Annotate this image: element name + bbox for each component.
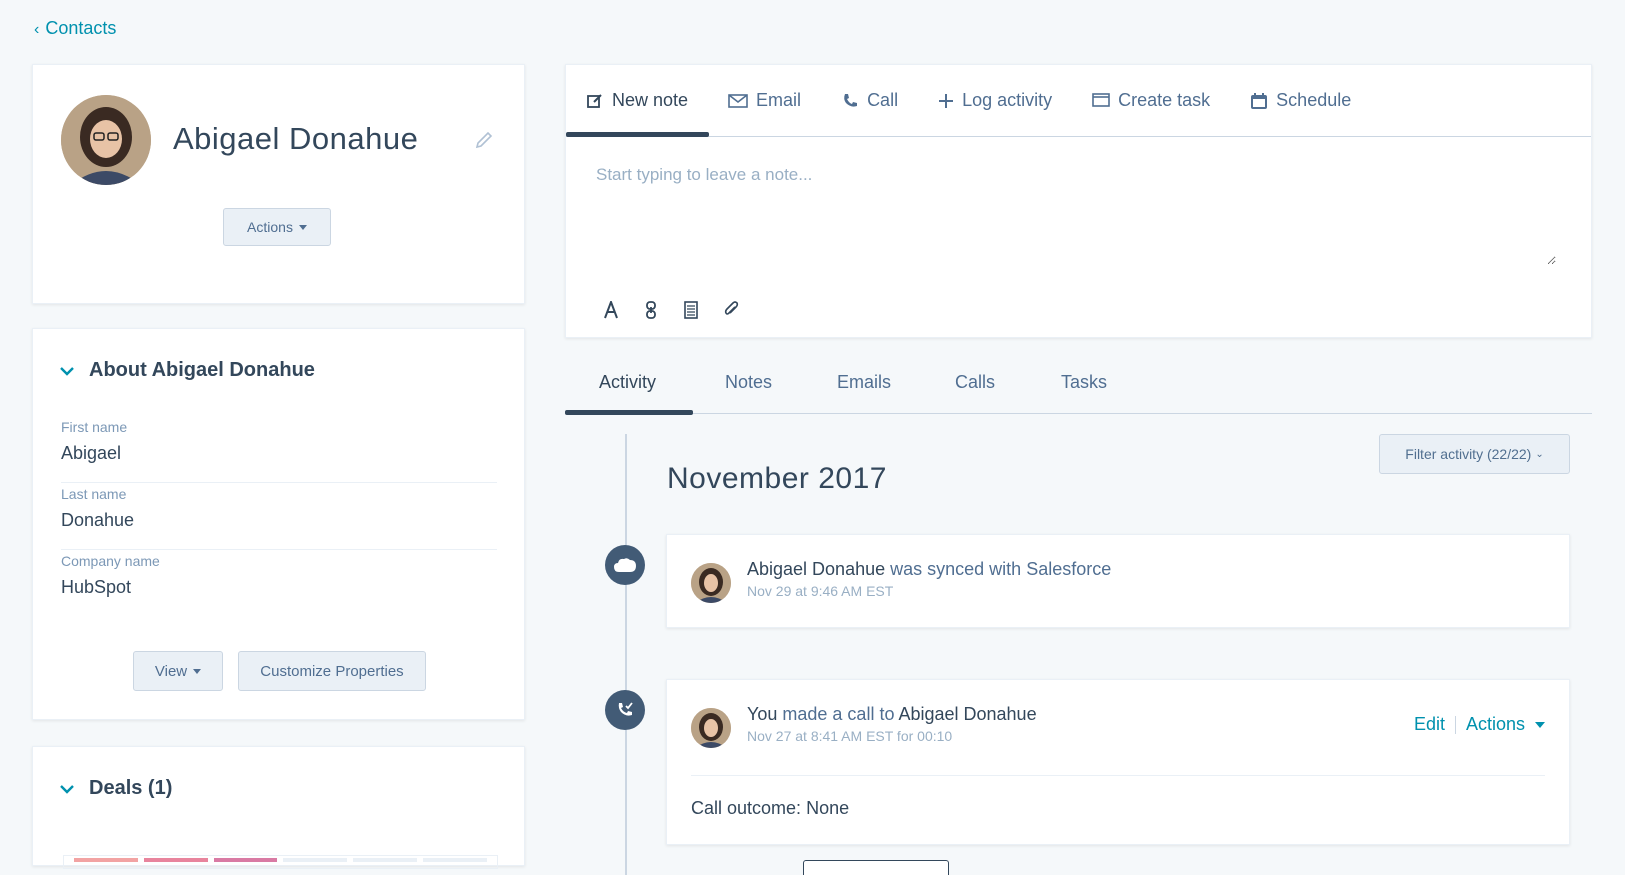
phone-icon bbox=[844, 93, 858, 107]
filter-label: Filter activity (22/22) bbox=[1405, 446, 1532, 462]
tab-label: Create task bbox=[1118, 90, 1211, 110]
view-label: View bbox=[154, 662, 188, 680]
chevron-down-icon bbox=[60, 784, 74, 794]
event-title: Abigael Donahue was synced with Salesfor… bbox=[747, 559, 1111, 580]
about-toggle[interactable]: About Abigael Donahue bbox=[59, 359, 315, 382]
note-input[interactable] bbox=[596, 165, 1556, 265]
about-card: About Abigael Donahue First name Abigael… bbox=[32, 328, 525, 720]
monitor-icon bbox=[1092, 92, 1110, 107]
breadcrumb-contacts[interactable]: ‹ Contacts bbox=[34, 18, 116, 39]
salesforce-cloud-icon bbox=[605, 545, 645, 585]
tab-call[interactable]: Call bbox=[841, 65, 898, 137]
event-action: made a call to bbox=[782, 704, 895, 724]
filter-activity-button[interactable]: Filter activity (22/22) ⌄ bbox=[1379, 434, 1570, 474]
divider bbox=[691, 775, 1545, 776]
envelope-icon bbox=[728, 93, 748, 108]
tab-schedule[interactable]: Schedule bbox=[1250, 65, 1351, 137]
customize-properties-button[interactable]: Customize Properties bbox=[238, 651, 426, 691]
event-target[interactable]: Abigael Donahue bbox=[898, 704, 1036, 724]
deal-stage-bar bbox=[63, 855, 498, 869]
field-value: HubSpot bbox=[61, 577, 132, 597]
divider bbox=[1454, 715, 1456, 734]
caret-down-icon: ⌄ bbox=[1535, 448, 1544, 460]
composer-tabs: New note Email Call Log activity Create … bbox=[566, 65, 1591, 137]
chevron-left-icon: ‹ bbox=[34, 21, 40, 38]
call-outcome-value[interactable]: None bbox=[806, 798, 849, 818]
call-outcome-label: Call outcome: bbox=[691, 798, 802, 818]
field-label: Company name bbox=[61, 553, 160, 569]
event-time: Nov 27 at 8:41 AM EST for 00:10 bbox=[747, 728, 953, 744]
event-action: was synced with Salesforce bbox=[890, 559, 1112, 579]
tab-label: New note bbox=[612, 90, 689, 110]
avatar bbox=[691, 708, 731, 748]
tab-create-task[interactable]: Create task bbox=[1092, 65, 1210, 137]
about-title: About Abigael Donahue bbox=[89, 359, 315, 381]
event-time: Nov 29 at 9:46 AM EST bbox=[747, 583, 894, 599]
tab-emails[interactable]: Emails bbox=[837, 372, 891, 393]
text-format-icon[interactable] bbox=[602, 301, 620, 319]
note-toolbar bbox=[602, 301, 740, 319]
field-company-name[interactable]: Company name HubSpot bbox=[61, 551, 497, 617]
field-label: First name bbox=[61, 419, 128, 435]
tab-activity[interactable]: Activity bbox=[599, 372, 656, 393]
event-links: Edit Actions bbox=[1414, 714, 1545, 735]
calendar-icon bbox=[1251, 92, 1268, 109]
tab-label: Call bbox=[867, 90, 899, 110]
field-first-name[interactable]: First name Abigael bbox=[61, 417, 497, 483]
call-outcome: Call outcome: None bbox=[691, 798, 849, 819]
field-value: Donahue bbox=[61, 510, 135, 530]
plus-icon bbox=[939, 93, 954, 108]
tab-tasks[interactable]: Tasks bbox=[1061, 372, 1107, 393]
event-actions-link[interactable]: Actions bbox=[1466, 714, 1525, 735]
activity-event-sync: Abigael Donahue was synced with Salesfor… bbox=[666, 534, 1570, 628]
contact-name: Abigael Donahue bbox=[173, 121, 419, 156]
profile-card: Abigael Donahue Actions bbox=[32, 64, 525, 304]
chevron-down-icon bbox=[60, 366, 74, 376]
composer-card: New note Email Call Log activity Create … bbox=[565, 64, 1592, 338]
next-event-peek bbox=[803, 860, 949, 875]
tab-email[interactable]: Email bbox=[728, 65, 801, 137]
view-button[interactable]: View bbox=[133, 651, 223, 691]
tab-label: Schedule bbox=[1276, 90, 1352, 110]
customize-label: Customize Properties bbox=[260, 662, 404, 680]
avatar bbox=[61, 95, 151, 185]
month-heading: November 2017 bbox=[667, 462, 887, 495]
caret-down-icon bbox=[298, 224, 307, 230]
template-icon[interactable] bbox=[682, 301, 700, 319]
phone-call-icon bbox=[605, 690, 645, 730]
deals-card: Deals (1) bbox=[32, 746, 525, 869]
event-actor[interactable]: Abigael Donahue bbox=[747, 559, 885, 579]
event-title: You made a call to Abigael Donahue bbox=[747, 704, 1037, 725]
deals-toggle[interactable]: Deals (1) bbox=[59, 777, 172, 800]
caret-down-icon[interactable] bbox=[1535, 721, 1545, 728]
active-tab-indicator bbox=[566, 132, 709, 137]
field-value: Abigael bbox=[61, 443, 122, 463]
tab-label: Log activity bbox=[962, 90, 1053, 110]
edit-pencil-icon[interactable] bbox=[473, 129, 495, 151]
deals-title: Deals (1) bbox=[89, 777, 173, 799]
tab-log-activity[interactable]: Log activity bbox=[938, 65, 1052, 137]
timeline-line bbox=[625, 434, 627, 875]
breadcrumb-label: Contacts bbox=[45, 18, 117, 38]
activity-event-call: You made a call to Abigael Donahue Nov 2… bbox=[666, 679, 1570, 845]
avatar bbox=[691, 563, 731, 603]
field-label: Last name bbox=[61, 486, 127, 502]
tab-label: Email bbox=[756, 90, 802, 110]
field-last-name[interactable]: Last name Donahue bbox=[61, 484, 497, 550]
edit-link[interactable]: Edit bbox=[1414, 714, 1445, 735]
note-edit-icon bbox=[587, 93, 602, 108]
contact-actions-label: Actions bbox=[247, 219, 293, 235]
tab-new-note[interactable]: New note bbox=[586, 65, 688, 137]
caret-down-icon bbox=[193, 668, 202, 674]
tab-calls[interactable]: Calls bbox=[955, 372, 995, 393]
active-tab-indicator bbox=[565, 410, 693, 415]
activity-tabs: Activity Notes Emails Calls Tasks bbox=[565, 362, 1592, 415]
contact-actions-button[interactable]: Actions bbox=[223, 208, 331, 246]
event-actor: You bbox=[747, 704, 778, 724]
tab-notes[interactable]: Notes bbox=[725, 372, 772, 393]
link-icon[interactable] bbox=[642, 301, 660, 319]
paperclip-icon[interactable] bbox=[722, 301, 740, 319]
